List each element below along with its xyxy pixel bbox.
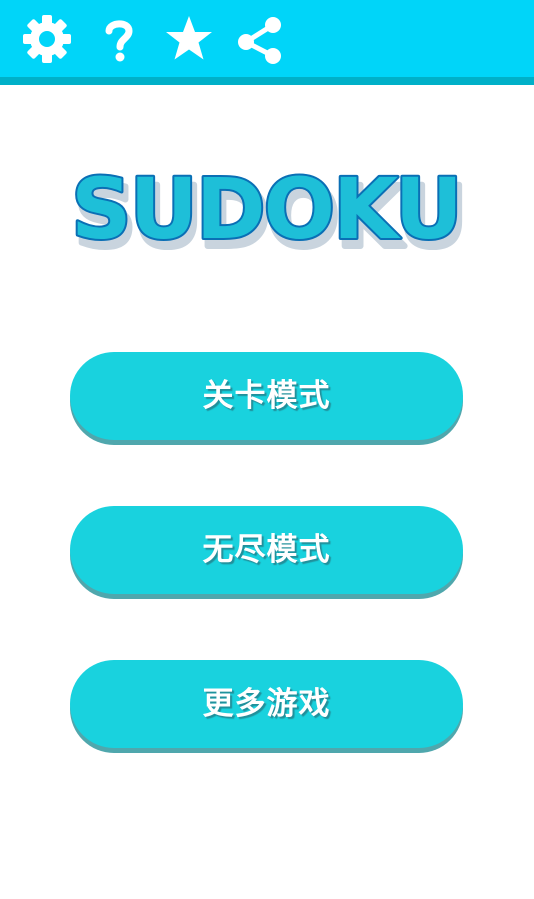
endless-mode-button[interactable]: 无尽模式 [70,506,463,594]
logo-text: SUDOKU [71,160,461,258]
star-icon[interactable] [162,12,216,66]
share-icon[interactable] [233,12,287,66]
gear-icon[interactable] [20,12,74,66]
help-icon[interactable] [92,12,146,66]
level-mode-button[interactable]: 关卡模式 [70,352,463,440]
sudoku-logo: SUDOKU SUDOKU [70,160,464,270]
more-games-button[interactable]: 更多游戏 [70,660,463,748]
top-toolbar [0,0,534,85]
